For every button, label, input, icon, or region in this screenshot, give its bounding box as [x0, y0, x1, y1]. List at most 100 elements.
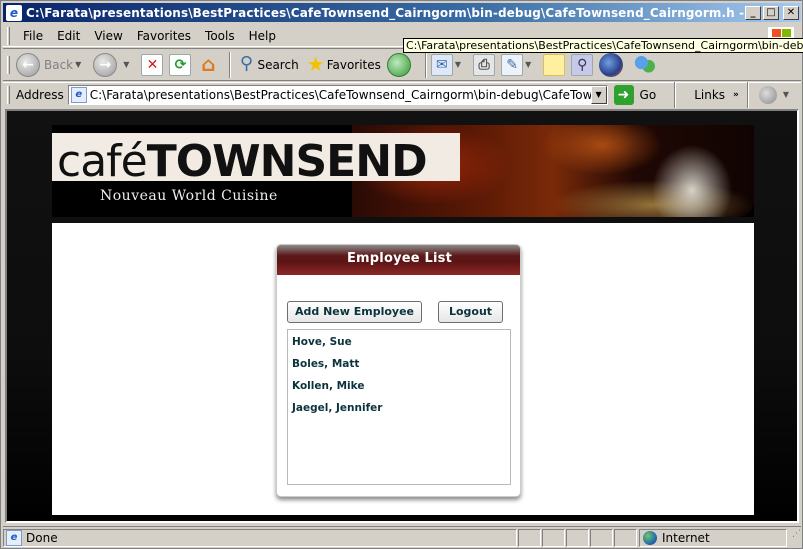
status-cell [590, 528, 613, 547]
messenger-button[interactable] [633, 52, 661, 77]
menu-tools[interactable]: Tools [198, 29, 242, 43]
employee-list-item[interactable]: Jaegel, Jennifer [288, 398, 510, 420]
research-icon: ⚲ [571, 53, 594, 76]
links-label: Links [694, 87, 726, 102]
chevron-down-icon[interactable]: ▼ [123, 60, 129, 69]
favorites-button[interactable]: ★ Favorites [305, 54, 381, 76]
edit-button[interactable]: ✎ ▼ [501, 53, 537, 76]
favorites-label: Favorites [326, 57, 381, 72]
panel-title: Employee List [277, 245, 520, 275]
mail-icon: ✉ [430, 53, 453, 76]
firefox-icon [599, 52, 624, 77]
tagline: Nouveau World Cuisine [100, 188, 278, 204]
favorites-icon: ★ [306, 51, 325, 76]
employee-list-item[interactable]: Hove, Sue [288, 332, 510, 354]
security-zone[interactable]: Internet [639, 528, 787, 547]
menu-file[interactable]: File [16, 29, 50, 43]
toolbar-separator [229, 51, 232, 78]
resize-grip[interactable]: ⋰ [787, 529, 801, 547]
cafe-banner: caféTOWNSEND Nouveau World Cuisine [52, 125, 754, 217]
title-bar: e C:\Farata\presentations\BestPractices\… [3, 3, 801, 22]
notes-icon [543, 53, 566, 76]
page-done-icon: e [6, 529, 22, 546]
status-panel: e Done [3, 528, 517, 547]
toolbar-separator [424, 51, 427, 78]
home-icon: ⌂ [201, 51, 216, 76]
back-label: Back [44, 57, 74, 72]
chevron-down-icon[interactable]: ▼ [75, 60, 81, 69]
status-cell [566, 528, 589, 547]
zone-label: Internet [662, 530, 710, 545]
maximize-button[interactable]: □ [763, 5, 779, 20]
address-dropdown-button[interactable]: ▼ [590, 85, 607, 104]
status-cell [614, 528, 637, 547]
menu-help[interactable]: Help [242, 29, 283, 43]
toolbar-separator [674, 81, 677, 108]
logo-cafe: café [57, 136, 148, 187]
menu-view[interactable]: View [87, 29, 129, 43]
extension-button[interactable]: ▼ [758, 85, 795, 104]
menu-edit[interactable]: Edit [50, 29, 87, 43]
status-cell [518, 528, 541, 547]
minimize-button[interactable]: _ [745, 5, 761, 20]
add-new-employee-button[interactable]: Add New Employee [287, 301, 422, 323]
go-button[interactable]: ➜ Go [613, 84, 657, 105]
employee-list[interactable]: Hove, Sue Boles, Matt Kollen, Mike Jaege… [287, 329, 511, 485]
print-button[interactable]: ⎙ [473, 53, 496, 76]
go-arrow-icon: ➜ [613, 84, 634, 105]
search-button[interactable]: ⚲ Search [235, 52, 299, 76]
edit-icon: ✎ [501, 53, 524, 76]
status-bar: e Done Internet ⋰ [3, 526, 801, 548]
messenger-icon [633, 52, 658, 77]
mail-button[interactable]: ✉ ▼ [430, 53, 467, 76]
employee-list-item[interactable]: Boles, Matt [288, 354, 510, 376]
research-button[interactable]: ⚲ [571, 53, 594, 76]
forward-icon: → [93, 52, 118, 77]
stop-icon: ✕ [141, 53, 164, 76]
home-button[interactable]: ⌂ [197, 54, 219, 76]
history-button[interactable] [386, 52, 415, 77]
stop-button[interactable]: ✕ [141, 53, 164, 76]
go-label: Go [639, 87, 657, 102]
search-label: Search [257, 57, 299, 72]
menu-favorites[interactable]: Favorites [130, 29, 198, 43]
window-title: C:\Farata\presentations\BestPractices\Ca… [26, 5, 745, 20]
ie-icon: e [6, 4, 22, 21]
cafe-townsend-logo: caféTOWNSEND [57, 136, 428, 187]
toolbar-separator [746, 81, 749, 108]
chevron-down-icon[interactable]: ▼ [525, 60, 531, 69]
app-area: Employee List Add New Employee Logout Ho… [52, 223, 754, 515]
internet-globe-icon [643, 530, 657, 545]
forward-button[interactable]: → ▼ [93, 52, 135, 77]
employee-list-item[interactable]: Kollen, Mike [288, 376, 510, 398]
address-input[interactable]: e C:\Farata\presentations\BestPractices\… [67, 84, 608, 105]
status-text: Done [26, 530, 58, 545]
page-content: caféTOWNSEND Nouveau World Cuisine Emplo… [5, 109, 799, 523]
toolbar-grip[interactable] [7, 55, 10, 74]
extension-icon [758, 85, 777, 104]
chevron-down-icon[interactable]: ▼ [783, 90, 789, 99]
logo-townsend: TOWNSEND [146, 136, 428, 187]
links-button[interactable]: Links » [694, 88, 739, 102]
history-icon [386, 52, 411, 77]
logo-band: caféTOWNSEND [52, 133, 460, 185]
page-icon: e [70, 86, 87, 103]
chevron-right-icon[interactable]: » [733, 90, 739, 100]
toolbar-grip[interactable] [7, 26, 10, 45]
address-label: Address [15, 87, 64, 102]
notes-button[interactable] [543, 53, 566, 76]
address-value[interactable]: C:\Farata\presentations\BestPractices\Ca… [90, 88, 591, 102]
chevron-down-icon[interactable]: ▼ [455, 60, 461, 69]
firefox-button[interactable] [599, 52, 627, 77]
status-cell [542, 528, 565, 547]
refresh-button[interactable]: ⟳ [169, 53, 192, 76]
toolbar-grip[interactable] [7, 85, 10, 104]
refresh-icon: ⟳ [169, 53, 192, 76]
browser-window: e C:\Farata\presentations\BestPractices\… [0, 0, 803, 549]
search-icon: ⚲ [239, 52, 254, 74]
close-button[interactable]: ✕ [783, 5, 799, 20]
back-icon: ← [16, 52, 40, 77]
logout-button[interactable]: Logout [438, 301, 503, 323]
back-button[interactable]: ← Back ▼ [16, 52, 87, 77]
print-icon: ⎙ [473, 53, 496, 76]
